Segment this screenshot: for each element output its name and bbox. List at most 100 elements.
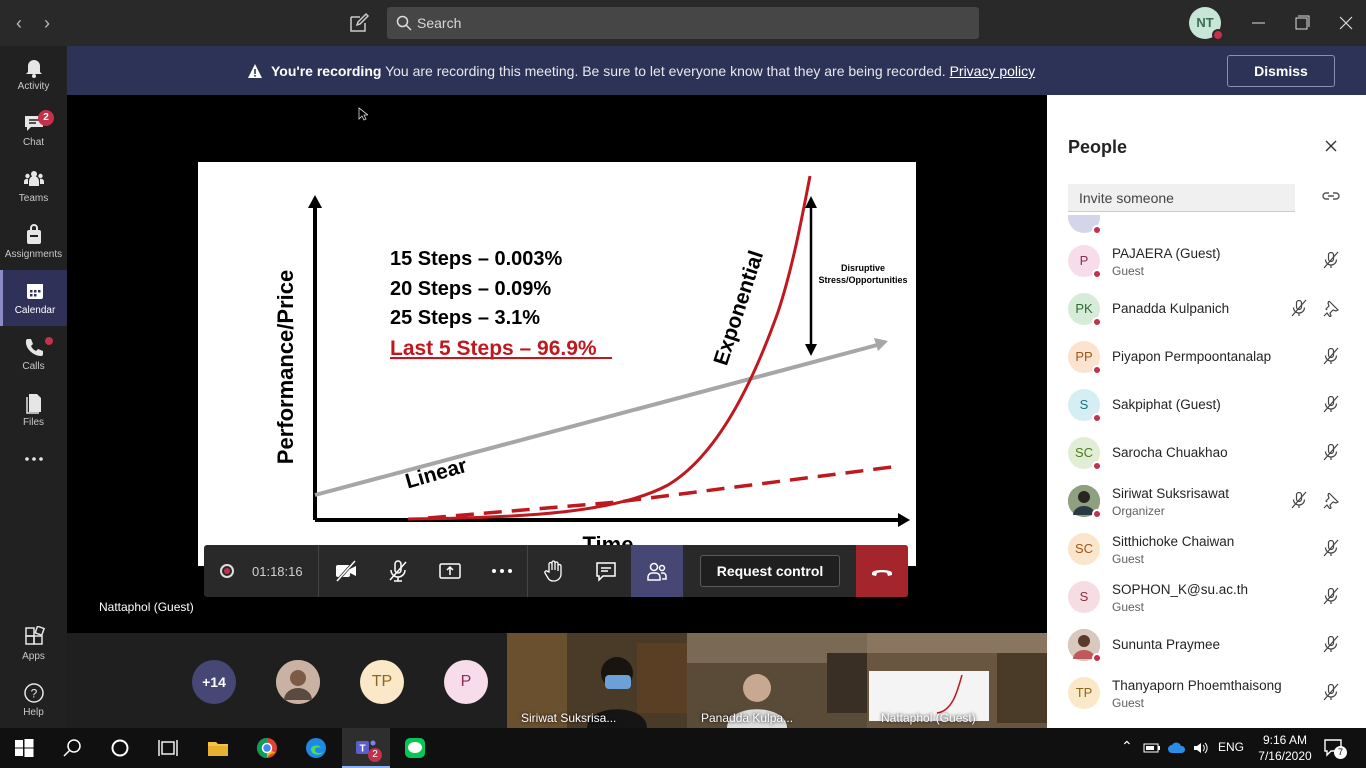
taskbar-line[interactable]: [391, 728, 439, 768]
share-screen-button[interactable]: [424, 545, 476, 597]
mic-off-icon[interactable]: [1322, 347, 1340, 365]
list-item[interactable]: S SOPHON_K@su.ac.th Guest: [1047, 573, 1366, 621]
mic-off-icon[interactable]: [1322, 251, 1340, 269]
list-item[interactable]: Sununta Praymee: [1047, 621, 1366, 669]
calendar-icon: [27, 284, 43, 299]
calls-dot: [45, 337, 53, 345]
more-actions-button[interactable]: [476, 545, 528, 597]
video-tile-siriwat[interactable]: Siriwat Suksrisa...: [507, 633, 687, 728]
list-item[interactable]: S Sakpiphat (Guest): [1047, 381, 1366, 429]
pin-icon[interactable]: [1322, 491, 1340, 509]
taskbar-teams[interactable]: T 2: [342, 728, 390, 768]
list-item[interactable]: SC Sitthichoke Chaiwan Guest: [1047, 525, 1366, 573]
call-controls: 01:18:16 Request control: [204, 545, 908, 597]
back-arrow-icon[interactable]: ‹: [9, 13, 29, 33]
annotation-line-1: Disruptive: [841, 263, 885, 273]
people-title: People: [1068, 137, 1128, 157]
avatar: PP: [1068, 341, 1102, 375]
rail-calendar[interactable]: Calendar: [0, 270, 67, 326]
list-item[interactable]: SC Sarocha Chuakhao: [1047, 429, 1366, 477]
raise-hand-button[interactable]: [528, 545, 580, 597]
task-view-button[interactable]: [144, 728, 192, 768]
taskbar-chrome[interactable]: [243, 728, 291, 768]
rail-help[interactable]: ? Help: [0, 672, 67, 728]
annotation-line-2: Stress/Opportunities: [818, 275, 907, 285]
chat-button[interactable]: [580, 545, 632, 597]
user-avatar[interactable]: NT: [1189, 7, 1224, 41]
notifications-button[interactable]: 7: [1322, 736, 1348, 760]
list-item[interactable]: Siriwat Suksrisawat Organizer: [1047, 477, 1366, 525]
participant-name: Piyapon Permpoontanalap: [1112, 349, 1272, 364]
participant-name: Sununta Praymee: [1112, 637, 1221, 652]
volume-icon[interactable]: [1192, 740, 1210, 756]
invite-input[interactable]: [1068, 184, 1295, 212]
overflow-participants[interactable]: +14: [192, 660, 236, 704]
battery-icon[interactable]: [1143, 740, 1161, 756]
edge-icon: [306, 738, 326, 758]
participant-role: Guest: [1112, 264, 1145, 278]
rail-files[interactable]: Files: [0, 382, 67, 438]
title-bar: ‹ › NT: [0, 0, 1366, 46]
assignments-icon: [26, 224, 41, 244]
minimize-icon[interactable]: [1246, 10, 1272, 36]
privacy-policy-link[interactable]: Privacy policy: [950, 63, 1036, 79]
mic-off-icon[interactable]: [1290, 299, 1308, 317]
participant-photo-avatar[interactable]: [276, 660, 320, 704]
mic-off-icon[interactable]: [1322, 587, 1340, 605]
participants-button[interactable]: [631, 545, 683, 597]
participant-name: SOPHON_K@su.ac.th: [1112, 582, 1249, 597]
rail-more[interactable]: [0, 438, 67, 494]
rail-activity[interactable]: Activity: [0, 46, 67, 102]
onedrive-icon[interactable]: [1167, 740, 1187, 756]
participant-name: Siriwat Suksrisawat: [1112, 486, 1230, 501]
rail-apps[interactable]: Apps: [0, 616, 67, 672]
video-tile-nattaphol[interactable]: Nattaphol (Guest): [867, 633, 1047, 728]
search-input[interactable]: [417, 7, 967, 39]
video-tile-panadda[interactable]: Panadda Kulpa...: [687, 633, 867, 728]
list-item[interactable]: TP Thanyaporn Phoemthaisong Guest: [1047, 669, 1366, 717]
participant-role: Guest: [1112, 600, 1145, 614]
rail-teams[interactable]: Teams: [0, 158, 67, 214]
mic-off-icon[interactable]: [1290, 491, 1308, 509]
mic-off-icon[interactable]: [1322, 683, 1340, 701]
participant-avatar-p[interactable]: P: [444, 660, 488, 704]
tray-chevron-icon[interactable]: ⌃: [1121, 738, 1133, 755]
cortana-button[interactable]: [96, 728, 144, 768]
share-link-icon[interactable]: [1322, 189, 1340, 203]
compose-icon[interactable]: [348, 12, 370, 34]
forward-arrow-icon[interactable]: ›: [37, 13, 57, 33]
mic-off-icon[interactable]: [1322, 539, 1340, 557]
teams-badge: 2: [368, 748, 382, 762]
list-item[interactable]: PK Panadda Kulpanich: [1047, 285, 1366, 333]
rail-calls[interactable]: Calls: [0, 326, 67, 382]
maximize-icon[interactable]: [1289, 10, 1315, 36]
dismiss-button[interactable]: Dismiss: [1227, 55, 1335, 87]
system-clock[interactable]: 9:16 AM 7/16/2020: [1255, 732, 1315, 764]
list-item[interactable]: P PAJAERA (Guest) Guest: [1047, 237, 1366, 285]
taskbar-search[interactable]: [48, 728, 96, 768]
language-indicator[interactable]: ENG: [1218, 740, 1244, 754]
search-bar[interactable]: [387, 7, 979, 39]
participant-name: PAJAERA (Guest): [1112, 246, 1221, 261]
taskbar-edge[interactable]: [292, 728, 340, 768]
close-icon[interactable]: [1324, 139, 1338, 153]
hang-up-button[interactable]: [856, 545, 908, 597]
list-item[interactable]: PP Piyapon Permpoontanalap: [1047, 333, 1366, 381]
mic-off-icon[interactable]: [1322, 635, 1340, 653]
avatar: [1068, 485, 1102, 519]
participant-avatar-tp[interactable]: TP: [360, 660, 404, 704]
taskbar-explorer[interactable]: [194, 728, 242, 768]
rail-chat[interactable]: Chat 2: [0, 102, 67, 158]
rail-assignments[interactable]: Assignments: [0, 214, 67, 270]
avatar: S: [1068, 389, 1102, 423]
camera-off-button[interactable]: [320, 545, 372, 597]
mic-off-button[interactable]: [372, 545, 424, 597]
svg-text:T: T: [359, 744, 365, 755]
pin-icon[interactable]: [1322, 299, 1340, 317]
mic-off-icon[interactable]: [1322, 395, 1340, 413]
request-control-button[interactable]: Request control: [700, 555, 840, 587]
start-button[interactable]: [0, 728, 48, 768]
close-window-icon[interactable]: [1333, 10, 1359, 36]
presenter-name: Nattaphol (Guest): [99, 600, 194, 614]
mic-off-icon[interactable]: [1322, 443, 1340, 461]
